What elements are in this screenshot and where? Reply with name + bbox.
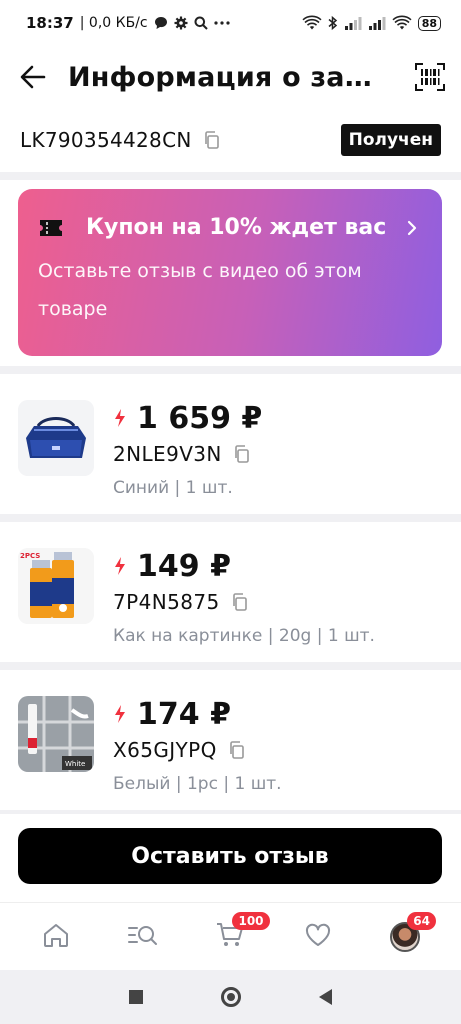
signal-icon bbox=[368, 16, 386, 30]
copy-icon[interactable] bbox=[232, 444, 252, 464]
coupon-subtitle: Оставьте отзыв с видео об этом товаре bbox=[38, 260, 362, 320]
order-item[interactable]: 1 659 ₽ 2NLE9V3N Синий | 1 шт. bbox=[0, 374, 461, 514]
coupon-banner[interactable]: Купон на 10% ждет вас Оставьте отзыв с в… bbox=[18, 189, 442, 356]
back-triangle-icon[interactable] bbox=[319, 989, 332, 1005]
item-variant: Белый | 1pc | 1 шт. bbox=[113, 774, 282, 794]
settings-icon bbox=[174, 16, 188, 30]
status-time: 18:37 bbox=[26, 14, 74, 32]
header: Информация о зак... bbox=[0, 46, 461, 108]
home-button-icon[interactable] bbox=[221, 987, 241, 1007]
wifi-icon bbox=[392, 15, 412, 31]
item-variant: Как на картинке | 20g | 1 шт. bbox=[113, 626, 375, 646]
copy-icon[interactable] bbox=[230, 592, 250, 612]
ticket-icon bbox=[38, 217, 64, 239]
bluetooth-icon bbox=[328, 15, 338, 31]
coupon-title: Купон на 10% ждет вас bbox=[86, 215, 387, 240]
lightning-icon bbox=[113, 556, 127, 576]
home-icon bbox=[42, 922, 70, 952]
item-code: 7P4N5875 bbox=[113, 590, 220, 614]
product-image-bag bbox=[18, 400, 94, 476]
search-icon bbox=[194, 16, 208, 30]
account-count-badge: 64 bbox=[407, 911, 436, 930]
review-section: Оставить отзыв bbox=[0, 814, 461, 902]
order-item[interactable]: White 174 ₽ X65GJYPQ Белый | 1pc | 1 шт. bbox=[0, 670, 461, 810]
tab-home[interactable] bbox=[26, 912, 86, 962]
item-price: 1 659 ₽ bbox=[137, 400, 263, 436]
signal-icon bbox=[344, 16, 362, 30]
bottom-tab-bar: 100 64 bbox=[0, 902, 461, 970]
cart-count-badge: 100 bbox=[232, 911, 270, 930]
grout-tag-label: White bbox=[65, 760, 85, 768]
lightning-icon bbox=[113, 408, 127, 428]
tab-catalog[interactable] bbox=[113, 912, 173, 962]
order-item[interactable]: 2PCS 149 ₽ 7P4N5875 Как на картинке | 20… bbox=[0, 522, 461, 662]
copy-icon[interactable] bbox=[227, 740, 247, 760]
back-arrow-icon[interactable] bbox=[20, 63, 48, 91]
item-code: X65GJYPQ bbox=[113, 738, 217, 762]
heart-icon bbox=[304, 922, 332, 952]
leave-review-button[interactable]: Оставить отзыв bbox=[18, 828, 442, 884]
product-image-glue: 2PCS bbox=[18, 548, 94, 624]
lightning-icon bbox=[113, 704, 127, 724]
status-net-speed: | 0,0 КБ/с bbox=[79, 15, 148, 31]
item-price: 149 ₽ bbox=[137, 548, 231, 584]
tracking-row: LK790354428CN Получен bbox=[0, 108, 461, 172]
item-code: 2NLE9V3N bbox=[113, 442, 222, 466]
battery-icon: 88 bbox=[417, 15, 441, 31]
catalog-search-icon bbox=[127, 923, 159, 951]
tab-cart[interactable]: 100 bbox=[200, 911, 270, 962]
coupon-section: Купон на 10% ждет вас Оставьте отзыв с в… bbox=[0, 180, 461, 366]
tracking-number: LK790354428CN bbox=[20, 128, 192, 152]
page-title: Информация о зак... bbox=[68, 61, 388, 93]
item-price: 174 ₽ bbox=[137, 696, 231, 732]
status-badge: Получен bbox=[340, 124, 441, 156]
chevron-right-icon bbox=[402, 218, 422, 238]
product-image-grout-pen: White bbox=[18, 696, 94, 772]
copy-icon[interactable] bbox=[202, 130, 222, 150]
tab-favorites[interactable] bbox=[288, 912, 348, 962]
item-variant: Синий | 1 шт. bbox=[113, 478, 233, 498]
glue-tag-label: 2PCS bbox=[20, 552, 40, 560]
recents-icon[interactable] bbox=[129, 990, 143, 1004]
more-icon bbox=[213, 21, 230, 25]
status-bar: 18:37 | 0,0 КБ/с 88 bbox=[0, 0, 461, 46]
system-nav-bar bbox=[0, 970, 461, 1024]
barcode-scan-icon[interactable] bbox=[413, 61, 447, 93]
wifi-icon bbox=[302, 15, 322, 31]
tab-account[interactable]: 64 bbox=[375, 911, 436, 962]
message-icon bbox=[154, 16, 168, 30]
